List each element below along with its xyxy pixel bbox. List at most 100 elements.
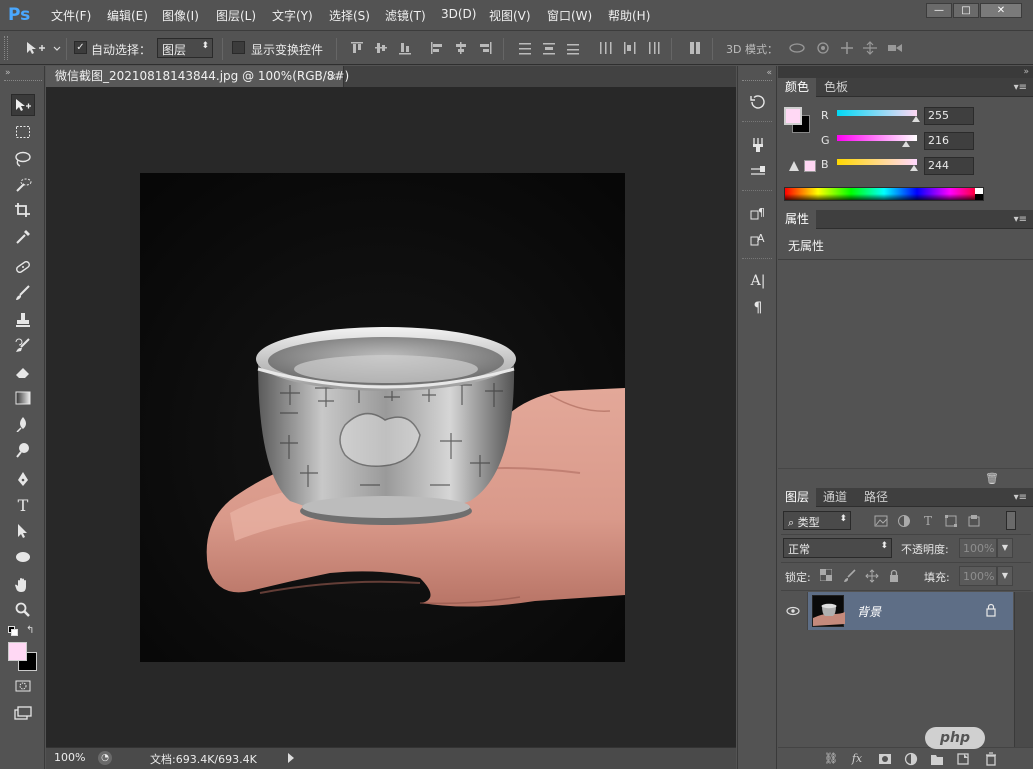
fg-color-chip[interactable] [784, 107, 802, 125]
zoom-level[interactable]: 100% [54, 751, 85, 764]
channel-r-slider[interactable] [837, 110, 917, 116]
menu-image[interactable]: 图像(I) [162, 7, 199, 24]
tab-layers[interactable]: 图层 [778, 488, 817, 507]
fill-dropdown-icon[interactable]: ▼ [997, 566, 1013, 586]
lasso-tool-icon[interactable] [11, 148, 35, 170]
layers-scrollbar[interactable] [1014, 592, 1033, 747]
panel-menu-icon[interactable]: ▾≡ [1014, 82, 1027, 93]
foreground-color-swatch[interactable] [8, 642, 27, 661]
auto-select-checkbox[interactable]: ✓ [74, 41, 87, 54]
collapse-icon[interactable]: « [742, 69, 772, 78]
distribute-vcenter-icon[interactable] [542, 41, 556, 55]
menu-file[interactable]: 文件(F) [51, 7, 91, 24]
distribute-left-icon[interactable] [598, 41, 612, 55]
menu-view[interactable]: 视图(V) [489, 7, 531, 24]
brush-panel-icon[interactable] [749, 136, 767, 154]
lock-all-icon[interactable] [887, 569, 901, 583]
channel-r-value[interactable]: 255 [924, 107, 974, 125]
channel-b-value[interactable]: 244 [924, 157, 974, 175]
layer-filter-dropdown[interactable]: ⌕ 类型 ⬍ [783, 511, 851, 530]
menu-help[interactable]: 帮助(H) [608, 7, 650, 24]
align-left-icon[interactable] [430, 41, 444, 55]
canvas-area[interactable] [46, 87, 736, 747]
align-top-icon[interactable] [350, 41, 364, 55]
brush-tool-icon[interactable] [11, 282, 35, 304]
slider-thumb-icon[interactable] [910, 165, 918, 171]
character-styles-icon[interactable]: A [749, 230, 767, 248]
dodge-tool-icon[interactable] [11, 439, 35, 461]
restore-button[interactable]: □ [953, 3, 979, 18]
gamut-warning-icon[interactable] [789, 161, 799, 171]
lock-transparent-icon[interactable] [820, 569, 834, 583]
close-button[interactable]: ✕ [980, 3, 1022, 18]
eyedropper-tool-icon[interactable] [11, 226, 35, 248]
gamut-color-chip[interactable] [804, 160, 816, 172]
paragraph-panel-icon[interactable]: ¶ [749, 299, 767, 317]
blend-mode-dropdown[interactable]: 正常 ⬍ [783, 538, 892, 558]
new-group-icon[interactable] [930, 752, 944, 766]
channel-b-slider[interactable] [837, 159, 917, 165]
path-selection-tool-icon[interactable] [11, 520, 35, 542]
move-tool-icon[interactable] [11, 94, 35, 116]
color-ramp[interactable] [784, 187, 984, 201]
tab-color[interactable]: 颜色 [778, 78, 817, 97]
collapse-icon[interactable]: » [5, 69, 41, 78]
opacity-dropdown-icon[interactable]: ▼ [997, 538, 1013, 558]
show-transform-checkbox[interactable] [232, 41, 245, 54]
marquee-tool-icon[interactable] [11, 121, 35, 143]
layer-row[interactable]: 背景 [778, 592, 1013, 630]
type-tool-icon[interactable]: T [11, 494, 35, 516]
distribute-top-icon[interactable] [518, 41, 532, 55]
filter-smart-object-icon[interactable] [967, 514, 981, 528]
clone-stamp-tool-icon[interactable] [11, 309, 35, 331]
ellipse-tool-icon[interactable] [11, 546, 35, 568]
filter-type-icon[interactable]: T [921, 514, 935, 528]
auto-select-dropdown[interactable]: 图层 ⬍ [157, 38, 213, 58]
delete-layer-icon[interactable] [984, 752, 998, 766]
zoom-tool-icon[interactable] [11, 599, 35, 621]
link-layers-icon[interactable]: ⛓ [824, 752, 838, 766]
collapse-icon[interactable]: » [1023, 67, 1029, 77]
paragraph-styles-icon[interactable]: ¶ [749, 204, 767, 222]
channel-g-value[interactable]: 216 [924, 132, 974, 150]
menu-edit[interactable]: 编辑(E) [107, 7, 148, 24]
screen-mode-icon[interactable] [11, 703, 35, 725]
default-colors-icon[interactable] [8, 626, 18, 636]
tab-channels[interactable]: 通道 [816, 488, 854, 507]
filter-toggle[interactable] [1006, 511, 1016, 530]
distribute-bottom-icon[interactable] [566, 41, 580, 55]
menu-window[interactable]: 窗口(W) [547, 7, 592, 24]
menu-select[interactable]: 选择(S) [329, 7, 370, 24]
blur-tool-icon[interactable] [11, 413, 35, 435]
quick-mask-icon[interactable] [11, 675, 35, 697]
drag-3d-icon[interactable] [838, 41, 856, 55]
align-right-icon[interactable] [478, 41, 492, 55]
menu-filter[interactable]: 滤镜(T) [385, 7, 426, 24]
tab-swatches[interactable]: 色板 [817, 78, 855, 97]
crop-tool-icon[interactable] [11, 199, 35, 221]
history-brush-tool-icon[interactable] [11, 335, 35, 357]
fill-input[interactable]: 100% [959, 566, 997, 586]
slider-thumb-icon[interactable] [912, 116, 920, 122]
status-menu-arrow-icon[interactable] [288, 753, 294, 763]
distribute-hcenter-icon[interactable] [622, 41, 636, 55]
opacity-input[interactable]: 100% [959, 538, 997, 558]
slide-3d-icon[interactable] [861, 41, 879, 55]
quick-select-tool-icon[interactable] [11, 174, 35, 196]
align-vcenter-icon[interactable] [374, 41, 388, 55]
scale-3d-icon[interactable] [886, 41, 904, 55]
tab-properties[interactable]: 属性 [778, 210, 817, 229]
grip-handle[interactable] [4, 80, 42, 82]
layer-style-icon[interactable]: fx [850, 752, 864, 766]
filter-pixel-icon[interactable] [874, 514, 888, 528]
healing-brush-tool-icon[interactable] [11, 256, 35, 278]
rotate-3d-icon[interactable] [788, 41, 806, 55]
filter-shape-icon[interactable] [944, 514, 958, 528]
info-icon[interactable]: ◔ [98, 751, 112, 765]
new-layer-icon[interactable] [956, 752, 970, 766]
menu-3d[interactable]: 3D(D) [441, 7, 476, 21]
trash-icon[interactable]: 🗑 [985, 472, 999, 486]
add-mask-icon[interactable] [878, 752, 892, 766]
align-hcenter-icon[interactable] [454, 41, 468, 55]
new-adjustment-layer-icon[interactable] [904, 752, 918, 766]
